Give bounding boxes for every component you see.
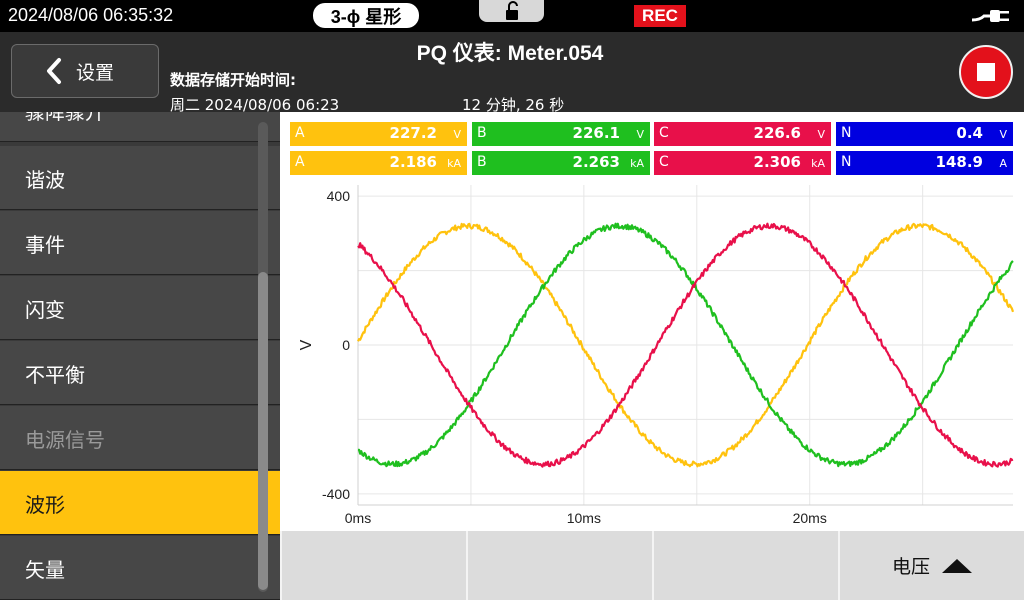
unlock-icon[interactable] xyxy=(479,0,544,22)
back-button-label: 设置 xyxy=(76,61,115,84)
sidebar-item-label: 闪变 xyxy=(25,298,65,322)
page-title: PQ 仪表: Meter.054 xyxy=(416,42,604,65)
sidebar-item-label: 事件 xyxy=(25,233,65,257)
header: 设置 PQ 仪表: Meter.054 数据存储开始时间: 周二 2024/08… xyxy=(0,32,1024,114)
x-tick-label: 10ms xyxy=(567,510,601,526)
stop-icon xyxy=(977,63,995,81)
sidebar-item-flicker[interactable]: 闪变 xyxy=(0,276,280,340)
softkey-3[interactable] xyxy=(652,531,838,600)
readout-unit: A xyxy=(999,157,1007,170)
main-panel: A 227.2 V B 226.1 V C 226.6 V N 0.4 V A … xyxy=(280,112,1024,532)
y-tick-label: 0 xyxy=(342,337,350,353)
plug-icon xyxy=(970,6,1012,30)
voltage-select-button[interactable]: 电压 xyxy=(838,531,1024,600)
readout-value: 2.186 xyxy=(389,153,437,171)
readout-unit: kA xyxy=(630,157,644,170)
readout-unit: kA xyxy=(811,157,825,170)
voltage-readout-a: A 227.2 V xyxy=(290,122,467,146)
storage-start-label: 数据存储开始时间: xyxy=(170,71,296,89)
current-readout-a: A 2.186 kA xyxy=(290,151,467,175)
softkey-1[interactable] xyxy=(280,531,466,600)
phase-label: A xyxy=(295,125,305,141)
phase-label: B xyxy=(477,154,487,170)
readout-value: 226.6 xyxy=(753,124,801,142)
bottom-toolbar: 电压 xyxy=(280,531,1024,600)
stop-recording-button[interactable] xyxy=(959,45,1013,99)
sidebar-menu[interactable]: 骤降骤升 谐波 事件 闪变 不平衡 电源信号 波形 矢量 xyxy=(0,112,280,600)
phase-label: N xyxy=(841,125,852,141)
current-readout-n: N 148.9 A xyxy=(836,151,1013,175)
x-tick-label: 0ms xyxy=(345,510,371,526)
phase-label: N xyxy=(841,154,852,170)
sidebar-item-phasor[interactable]: 矢量 xyxy=(0,536,280,600)
readout-unit: V xyxy=(999,128,1007,141)
voltage-readout-n: N 0.4 V xyxy=(836,122,1013,146)
softkey-2[interactable] xyxy=(466,531,652,600)
readout-unit: kA xyxy=(447,157,461,170)
readout-value: 227.2 xyxy=(389,124,437,142)
waveform-chart[interactable]: 400 0 -400 0ms 10ms 20ms V xyxy=(280,178,1024,532)
sidebar-item-label: 电源信号 xyxy=(25,428,105,452)
back-button[interactable]: 设置 xyxy=(11,44,159,98)
voltage-select-label: 电压 xyxy=(891,556,930,578)
sidebar-item-events[interactable]: 事件 xyxy=(0,211,280,275)
sidebar-item-label: 矢量 xyxy=(25,558,65,582)
sidebar-scrollbar-thumb[interactable] xyxy=(258,272,268,590)
readout-value: 2.263 xyxy=(572,153,620,171)
triangle-up-icon xyxy=(942,558,972,573)
readout-value: 226.1 xyxy=(572,124,620,142)
sidebar-item-label: 骤降骤升 xyxy=(25,112,105,124)
current-readout-b: B 2.263 kA xyxy=(472,151,650,175)
recording-badge: REC xyxy=(634,5,686,27)
sidebar-item-waveform[interactable]: 波形 xyxy=(0,471,280,535)
x-tick-label: 20ms xyxy=(793,510,827,526)
voltage-readout-b: B 226.1 V xyxy=(472,122,650,146)
readout-unit: V xyxy=(636,128,644,141)
phase-label: A xyxy=(295,154,305,170)
readout-unit: V xyxy=(817,128,825,141)
status-datetime: 2024/08/06 06:35:32 xyxy=(8,5,174,25)
sidebar-item-label: 波形 xyxy=(25,493,65,517)
readout-value: 148.9 xyxy=(935,153,983,171)
phase-label: C xyxy=(659,125,669,141)
readout-value: 0.4 xyxy=(956,124,983,142)
wiring-mode-badge[interactable]: 3-ϕ 星形 xyxy=(313,3,419,28)
readout-unit: V xyxy=(453,128,461,141)
phase-label: C xyxy=(659,154,669,170)
chevron-left-icon xyxy=(47,58,61,84)
sidebar-item-label: 不平衡 xyxy=(25,363,85,387)
sidebar-item-dips-swells[interactable]: 骤降骤升 xyxy=(0,112,280,142)
sidebar-item-mains-signaling: 电源信号 xyxy=(0,406,280,470)
status-bar: 2024/08/06 06:35:32 3-ϕ 星形 REC xyxy=(0,0,1024,32)
sidebar-item-unbalance[interactable]: 不平衡 xyxy=(0,341,280,405)
sidebar-item-harmonics[interactable]: 谐波 xyxy=(0,146,280,210)
y-tick-label: -400 xyxy=(322,486,350,502)
phase-label: B xyxy=(477,125,487,141)
y-tick-label: 400 xyxy=(327,188,351,204)
readout-value: 2.306 xyxy=(753,153,801,171)
sidebar-item-label: 谐波 xyxy=(25,168,65,192)
voltage-readout-c: C 226.6 V xyxy=(654,122,831,146)
y-axis-label: V xyxy=(298,339,315,350)
current-readout-c: C 2.306 kA xyxy=(654,151,831,175)
